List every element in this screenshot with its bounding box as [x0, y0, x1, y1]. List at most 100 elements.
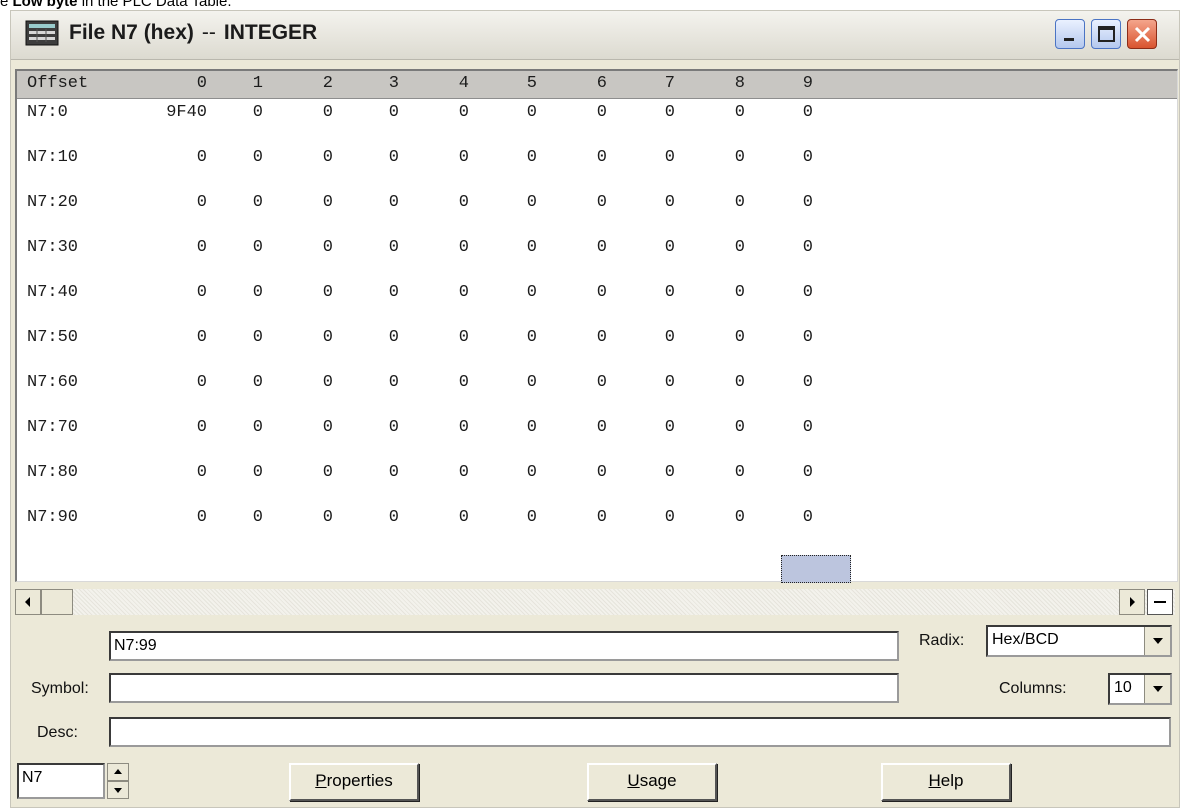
data-cell[interactable]: 0 [147, 371, 207, 395]
data-cell[interactable]: 0 [203, 191, 263, 215]
data-cell[interactable]: 0 [273, 191, 333, 215]
data-cell[interactable]: 0 [339, 146, 399, 170]
chevron-down-icon[interactable] [1144, 627, 1170, 655]
data-cell[interactable]: 0 [409, 281, 469, 305]
data-cell[interactable]: 0 [339, 506, 399, 530]
data-cell[interactable]: 0 [339, 326, 399, 350]
collapse-button[interactable] [1147, 589, 1173, 615]
data-cell[interactable]: 0 [409, 461, 469, 485]
data-cell[interactable]: 0 [203, 461, 263, 485]
data-cell[interactable]: 0 [685, 191, 745, 215]
data-cell[interactable]: 0 [203, 416, 263, 440]
data-cell[interactable]: 0 [547, 236, 607, 260]
data-cell[interactable]: 0 [685, 326, 745, 350]
data-cell[interactable]: 0 [753, 146, 813, 170]
data-cell[interactable]: 0 [753, 371, 813, 395]
data-cell[interactable]: 0 [339, 101, 399, 125]
data-cell[interactable]: 0 [273, 236, 333, 260]
data-cell[interactable]: 0 [203, 506, 263, 530]
data-cell[interactable]: 0 [753, 191, 813, 215]
data-cell[interactable]: 0 [547, 326, 607, 350]
data-cell[interactable]: 0 [409, 191, 469, 215]
selected-cell-highlight[interactable] [781, 555, 851, 583]
scroll-right-button[interactable] [1119, 589, 1145, 615]
address-field[interactable]: N7:99 [109, 631, 899, 661]
data-cell[interactable]: 0 [339, 461, 399, 485]
data-cell[interactable]: 0 [685, 146, 745, 170]
data-cell[interactable]: 0 [615, 236, 675, 260]
data-cell[interactable]: 0 [409, 236, 469, 260]
spin-up-icon[interactable] [107, 763, 129, 781]
usage-button[interactable]: Usage [587, 763, 717, 801]
file-number-stepper[interactable] [107, 763, 129, 799]
data-cell[interactable]: 0 [409, 416, 469, 440]
minimize-button[interactable] [1055, 19, 1085, 49]
data-cell[interactable]: 0 [409, 101, 469, 125]
data-cell[interactable]: 0 [203, 326, 263, 350]
data-cell[interactable]: 0 [477, 326, 537, 350]
data-cell[interactable]: 0 [547, 506, 607, 530]
data-cell[interactable]: 0 [753, 236, 813, 260]
data-cell[interactable]: 0 [339, 371, 399, 395]
scrollbar-thumb[interactable] [41, 589, 73, 615]
horizontal-scrollbar[interactable] [15, 589, 1175, 615]
data-cell[interactable]: 0 [273, 506, 333, 530]
data-cell[interactable]: 0 [477, 236, 537, 260]
data-cell[interactable]: 0 [685, 281, 745, 305]
data-cell[interactable]: 0 [273, 416, 333, 440]
data-cell[interactable]: 0 [339, 281, 399, 305]
data-cell[interactable]: 0 [147, 461, 207, 485]
data-cell[interactable]: 0 [273, 101, 333, 125]
data-cell[interactable]: 0 [203, 371, 263, 395]
data-cell[interactable]: 0 [753, 281, 813, 305]
data-cell[interactable]: 0 [203, 281, 263, 305]
spin-down-icon[interactable] [107, 781, 129, 799]
data-cell[interactable]: 0 [547, 191, 607, 215]
data-cell[interactable]: 0 [147, 146, 207, 170]
data-cell[interactable]: 0 [615, 371, 675, 395]
data-cell[interactable]: 0 [615, 416, 675, 440]
data-cell[interactable]: 0 [409, 326, 469, 350]
close-button[interactable] [1127, 19, 1157, 49]
data-cell[interactable]: 0 [477, 416, 537, 440]
data-cell[interactable]: 0 [547, 101, 607, 125]
data-cell[interactable]: 0 [615, 461, 675, 485]
data-cell[interactable]: 0 [477, 371, 537, 395]
data-cell[interactable]: 0 [547, 371, 607, 395]
data-cell[interactable]: 0 [147, 326, 207, 350]
title-bar[interactable]: File N7 (hex) -- INTEGER [11, 11, 1179, 60]
data-cell[interactable]: 0 [273, 371, 333, 395]
data-cell[interactable]: 0 [615, 146, 675, 170]
data-cell[interactable]: 0 [147, 236, 207, 260]
data-cell[interactable]: 0 [477, 506, 537, 530]
data-cell[interactable]: 0 [477, 101, 537, 125]
chevron-down-icon[interactable] [1144, 675, 1170, 703]
data-cell[interactable]: 0 [409, 506, 469, 530]
properties-button[interactable]: Properties [289, 763, 419, 801]
scroll-left-button[interactable] [15, 589, 41, 615]
data-cell[interactable]: 0 [339, 236, 399, 260]
data-cell[interactable]: 0 [409, 146, 469, 170]
data-cell[interactable]: 0 [753, 326, 813, 350]
data-cell[interactable]: 0 [685, 416, 745, 440]
description-field[interactable] [109, 717, 1171, 747]
data-cell[interactable]: 0 [615, 281, 675, 305]
data-cell[interactable]: 0 [547, 281, 607, 305]
data-cell[interactable]: 0 [685, 101, 745, 125]
data-cell[interactable]: 0 [273, 326, 333, 350]
data-cell[interactable]: 0 [477, 146, 537, 170]
data-cell[interactable]: 0 [615, 101, 675, 125]
data-cell[interactable]: 0 [685, 506, 745, 530]
data-cell[interactable]: 0 [203, 236, 263, 260]
data-table-grid[interactable]: Offset 0 1 2 3 4 5 6 7 8 9 N7:0 9F40 0 0 0 0 0… [15, 69, 1178, 583]
data-cell[interactable]: 0 [477, 461, 537, 485]
data-cell[interactable]: 0 [547, 146, 607, 170]
data-cell[interactable]: 0 [753, 101, 813, 125]
radix-select[interactable]: Hex/BCD [986, 625, 1172, 657]
data-cell[interactable]: 0 [273, 281, 333, 305]
data-cell[interactable]: 0 [547, 461, 607, 485]
data-cell[interactable]: 0 [753, 506, 813, 530]
symbol-field[interactable] [109, 673, 899, 703]
data-cell[interactable]: 0 [753, 461, 813, 485]
data-cell[interactable]: 0 [409, 371, 469, 395]
